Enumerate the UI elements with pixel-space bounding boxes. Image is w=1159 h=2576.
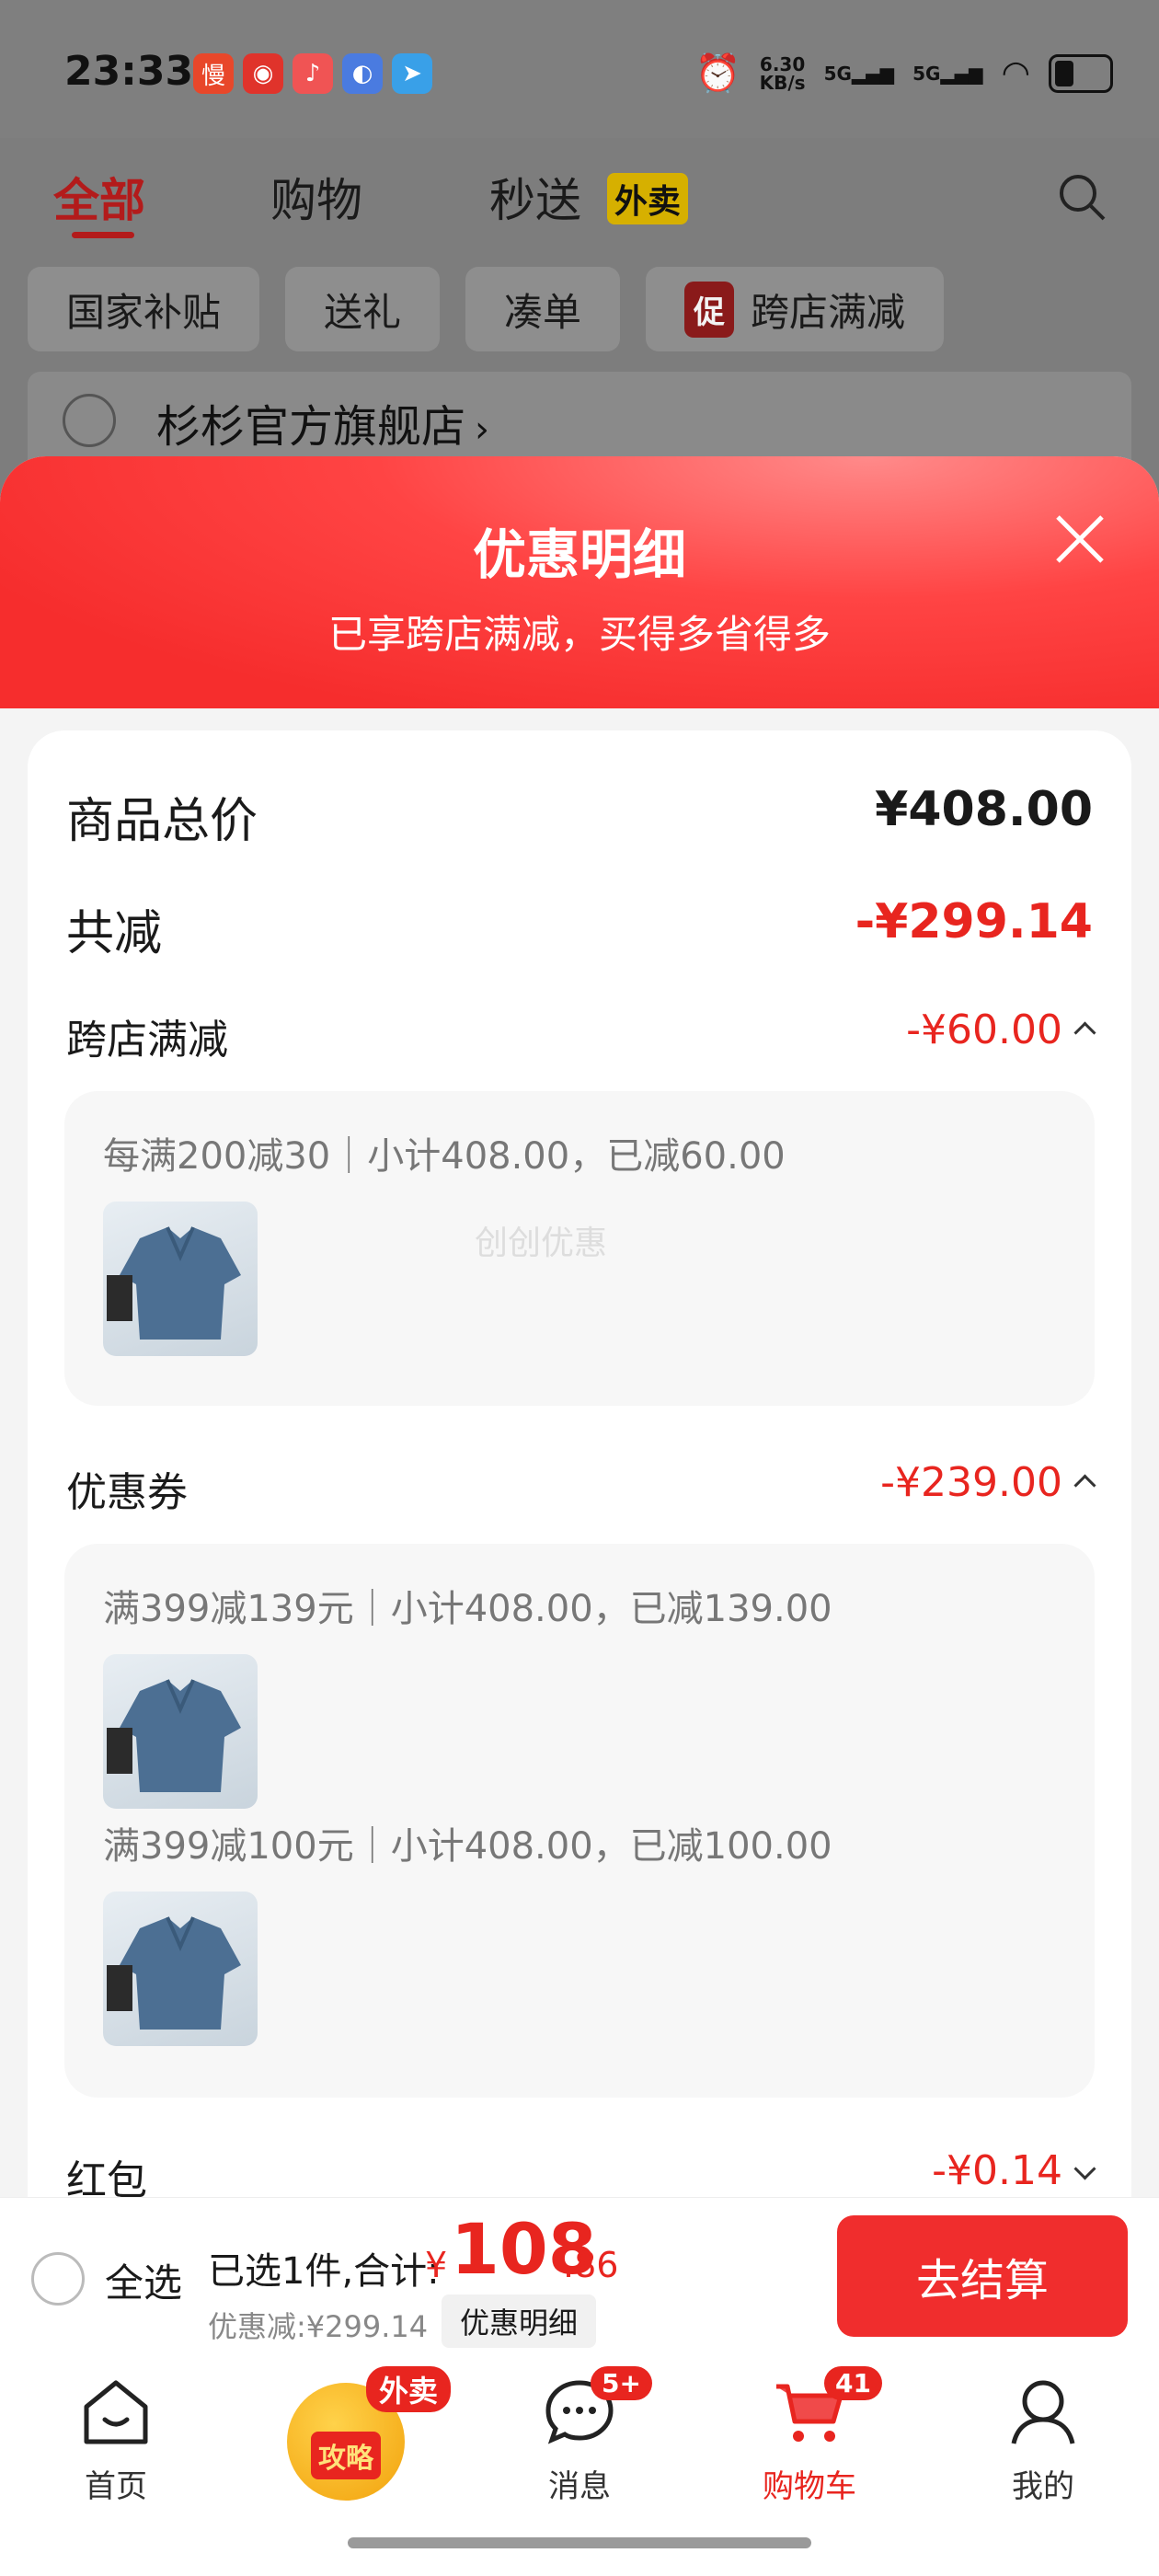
cross-store-rule: 每满200减30｜小计408.00，已减60.00 [103,1135,786,1178]
polo-shirt-icon [107,1679,241,1792]
select-all-radio[interactable] [31,2252,85,2306]
net-speed: 6.30 KB/s [759,52,806,94]
waimai-badge: 外卖 [607,173,689,224]
signal-icon: 5G▂▄▆ [823,62,895,85]
select-all-label[interactable]: 全选 [105,2252,182,2308]
discount-summary: 优惠减:¥299.14 [208,2309,429,2344]
user-icon [1011,2380,1075,2444]
home-indicator [348,2537,811,2548]
filter-chips: 国家补贴 送礼 凑单 促 跨店满减 [28,267,945,351]
chip-label: 跨店满减 [751,289,906,335]
messages-badge: 5+ [591,2366,652,2400]
product-thumbnail[interactable] [103,1202,258,1356]
selected-total-label: 已选1件,合计: [208,2250,440,2293]
alarm-icon: ⏰ [694,52,741,95]
signal-icon: 5G▂▄▆ [912,62,983,85]
total-reduce-value: -¥299.14 [855,894,1093,949]
gonglue-label: 攻略 [311,2432,381,2479]
battery-icon [1049,53,1113,93]
coupon-rule-1: 满399减139元｜小计408.00，已减139.00 [103,1588,832,1630]
app-notification-icon: ➤ [392,53,432,94]
polo-shirt-icon [107,1226,241,1340]
product-thumbnail[interactable] [103,1892,258,2046]
status-time: 23:33 [64,48,194,95]
cross-store-detail: 每满200减30｜小计408.00，已减60.00 创创优惠 [64,1091,1095,1406]
watermark: 创创优惠 [475,1225,608,1262]
sheet-subtitle: 已享跨店满减，买得多省得多 [327,612,831,657]
polo-shirt-icon [107,1916,241,2030]
coupon-value[interactable]: -¥239.00 [880,1459,1096,1506]
app-notification-icon: ♪ [293,53,333,94]
nav-home[interactable]: 首页 [42,2377,189,2506]
shop-select-radio[interactable] [63,394,116,447]
close-icon[interactable] [1050,510,1109,569]
discount-card: 商品总价 ¥408.00 共减 -¥299.14 跨店满减 -¥60.00 每满… [28,730,1131,2296]
chip-gift[interactable]: 送礼 [285,267,441,351]
cart-badge: 41 [824,2366,882,2400]
chevron-up-icon [1073,1473,1096,1497]
tab-shopping[interactable]: 购物 [270,164,362,230]
coupon-label: 优惠券 [66,1469,188,1516]
discount-detail-sheet: 优惠明细 已享跨店满减，买得多省得多 商品总价 ¥408.00 共减 -¥299… [0,456,1159,2296]
home-icon [84,2380,148,2444]
total-amount-decimal: .86 [563,2245,619,2285]
discount-detail-button[interactable]: 优惠明细 [442,2294,597,2348]
tab-miaosong[interactable]: 秒送 [489,164,581,230]
nav-me-label: 我的 [1012,2468,1074,2505]
cross-store-value[interactable]: -¥60.00 [906,1006,1096,1053]
total-currency: ¥ [425,2245,448,2285]
wifi-icon: ◠ [1001,54,1030,92]
nav-cart-label: 购物车 [763,2468,856,2505]
chip-combine[interactable]: 凑单 [465,267,621,351]
total-reduce-label: 共减 [66,906,163,961]
shop-name[interactable]: 杉杉官方旗舰店 › [156,390,489,454]
red-packet-value[interactable]: -¥0.14 [932,2147,1096,2194]
tab-all[interactable]: 全部 [53,164,145,230]
status-right: ⏰ 6.30 KB/s 5G▂▄▆ 5G▂▄▆ ◠ [695,52,1113,95]
total-price-label: 商品总价 [66,794,258,849]
notification-icons: 慢 ◉ ♪ ◐ ➤ [193,53,432,94]
total-price-value: ¥408.00 [875,782,1093,837]
app-notification-icon: 慢 [193,53,234,94]
sheet-title: 优惠明细 [472,523,686,586]
app-notification-icon: ◐ [342,53,383,94]
promo-icon: 促 [684,281,735,338]
gonglue-badge: 外卖 [366,2366,452,2412]
chevron-down-icon [1073,2156,1096,2180]
search-icon[interactable] [1056,171,1107,223]
checkout-button[interactable]: 去结算 [837,2215,1128,2337]
nav-messages-label: 消息 [548,2468,611,2505]
nav-home-label: 首页 [85,2468,147,2505]
nav-me[interactable]: 我的 [970,2377,1117,2506]
chevron-up-icon [1073,1020,1096,1044]
coupon-detail: 满399减139元｜小计408.00，已减139.00 满399减100元｜小计… [64,1544,1095,2098]
app-notification-icon: ◉ [243,53,283,94]
product-thumbnail[interactable] [103,1654,258,1809]
chip-national-subsidy[interactable]: 国家补贴 [28,267,260,351]
chip-cross-store[interactable]: 促 跨店满减 [646,267,945,351]
coupon-rule-2: 满399减100元｜小计408.00，已减100.00 [103,1825,832,1868]
tab-underline [72,232,134,238]
cross-store-label: 跨店满减 [66,1017,228,1064]
